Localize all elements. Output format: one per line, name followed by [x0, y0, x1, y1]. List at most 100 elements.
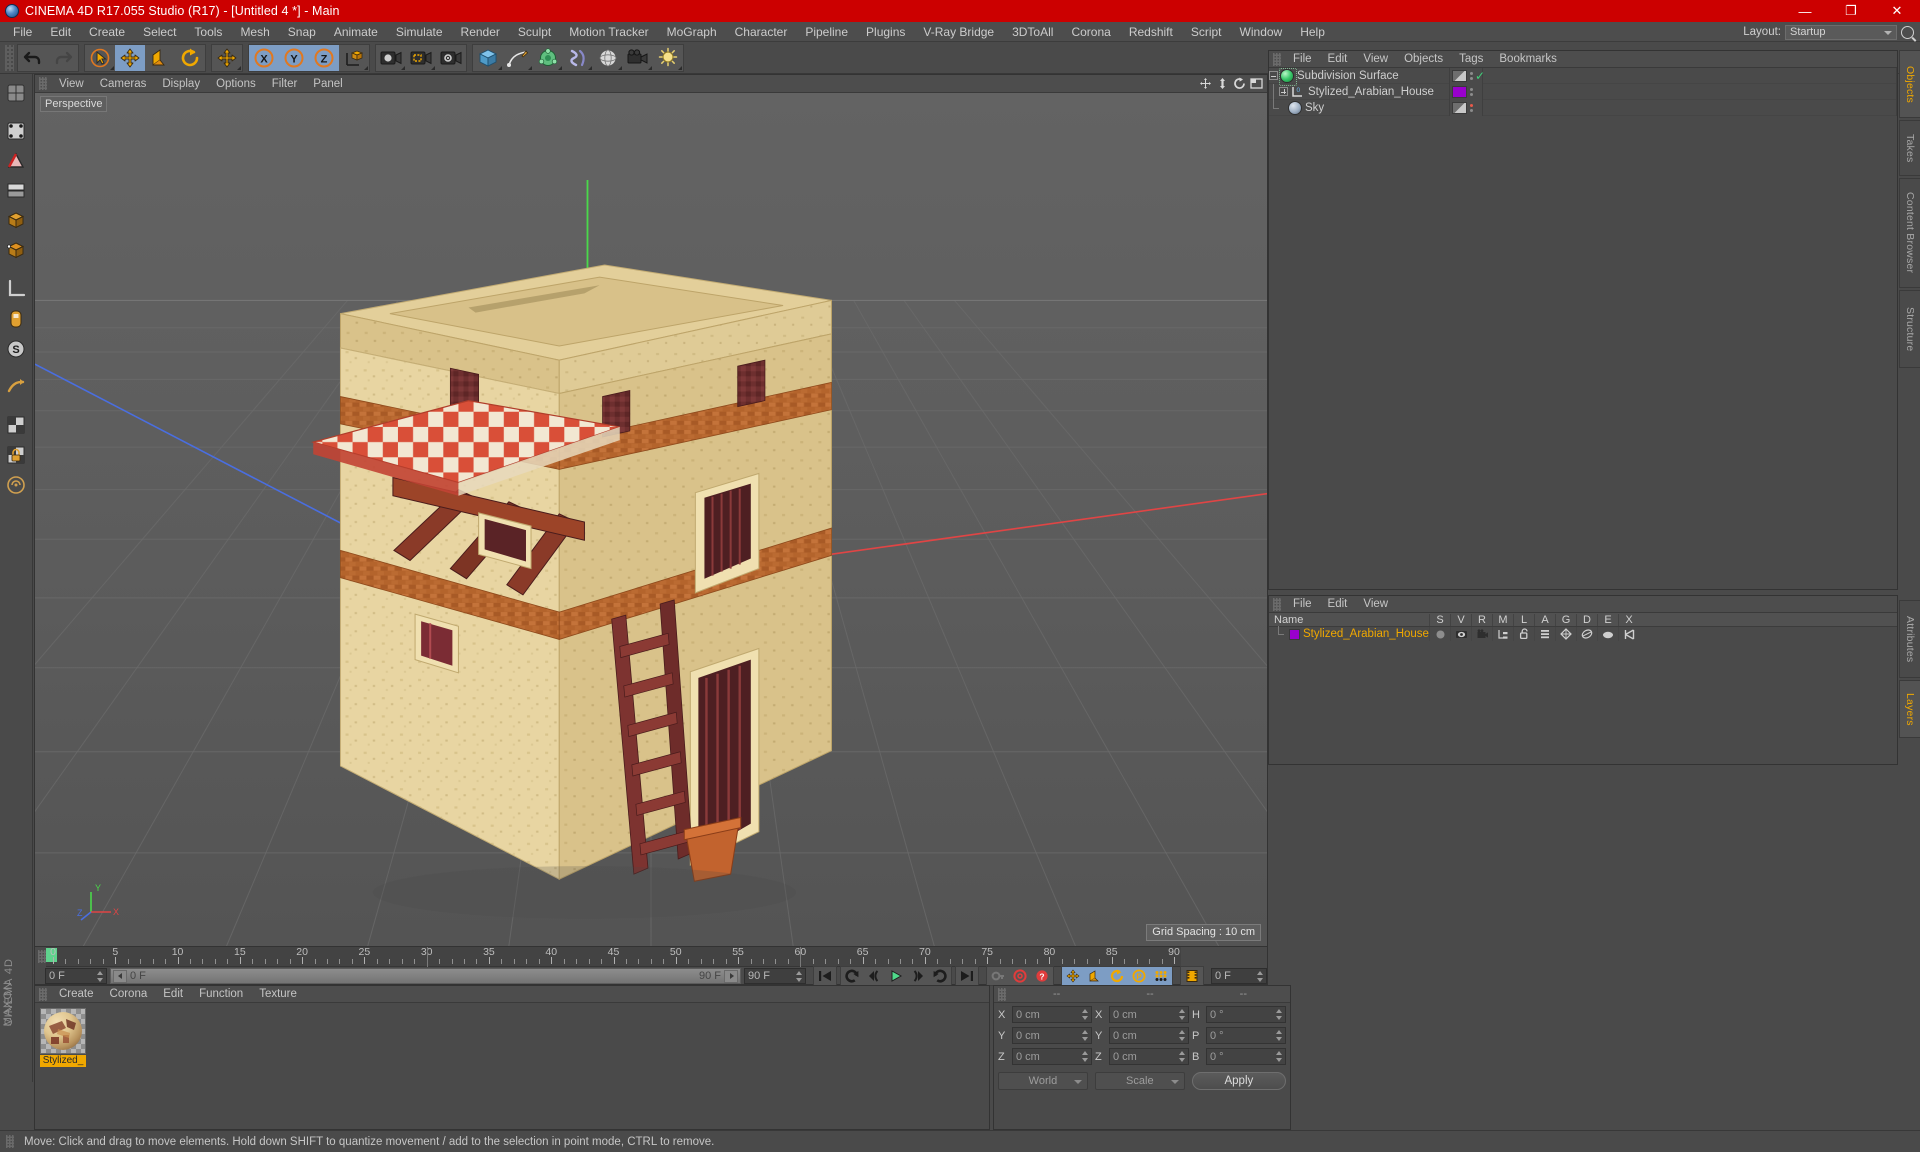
object-row-name-area[interactable]: Sky: [1269, 99, 1449, 116]
rotation-h-spinner[interactable]: [1276, 1009, 1283, 1020]
expander-plus-icon[interactable]: [1279, 87, 1288, 96]
object-manager-tree[interactable]: Subdivision Surface ✓ 0 Stylized_Arabian…: [1269, 67, 1897, 589]
object-row-tag-area[interactable]: [1449, 83, 1483, 100]
redo-button[interactable]: [48, 45, 78, 71]
size-y-spinner[interactable]: [1179, 1030, 1186, 1041]
rotation-h-field[interactable]: 0 °: [1206, 1006, 1286, 1023]
menu-item-mesh[interactable]: Mesh: [231, 22, 278, 42]
lock-x-button[interactable]: X: [249, 44, 279, 71]
viewport-menu-options[interactable]: Options: [208, 75, 264, 93]
undo-button[interactable]: [18, 45, 48, 71]
layer-row-name-area[interactable]: Stylized_Arabian_House: [1269, 626, 1429, 642]
range-right-handle[interactable]: [724, 969, 738, 983]
close-button[interactable]: ✕: [1874, 0, 1920, 22]
render-view-button[interactable]: [376, 45, 406, 71]
object-row-stylized-arabian-house[interactable]: 0 Stylized_Arabian_House: [1269, 83, 1897, 100]
object-row-sky[interactable]: Sky: [1269, 99, 1897, 116]
object-row-tag-area[interactable]: [1449, 99, 1483, 116]
material-manager-body[interactable]: Stylized_: [35, 1003, 989, 1129]
maximize-button[interactable]: ❐: [1828, 0, 1874, 22]
layer-menu-view[interactable]: View: [1355, 596, 1396, 613]
size-x-spinner[interactable]: [1179, 1009, 1186, 1020]
menu-item-render[interactable]: Render: [452, 22, 509, 42]
menu-item-plugins[interactable]: Plugins: [857, 22, 914, 42]
scale-key-button[interactable]: [1084, 967, 1106, 985]
material-menu-texture[interactable]: Texture: [251, 986, 305, 1003]
coordinate-system-dropdown[interactable]: World: [998, 1072, 1088, 1090]
rotation-key-button[interactable]: [1106, 967, 1128, 985]
menu-item-script[interactable]: Script: [1182, 22, 1231, 42]
object-menu-bookmarks[interactable]: Bookmarks: [1491, 51, 1565, 68]
expander-minus-icon[interactable]: [1269, 71, 1278, 80]
rotate-view-icon[interactable]: [1233, 77, 1246, 90]
object-row-name-area[interactable]: Subdivision Surface: [1269, 67, 1449, 86]
visibility-dots-icon[interactable]: [1469, 87, 1473, 96]
move-tool-button[interactable]: [115, 44, 145, 71]
menu-item-vray-bridge[interactable]: V-Ray Bridge: [914, 22, 1003, 42]
menu-item-file[interactable]: File: [4, 22, 41, 42]
timeline-start-spinner[interactable]: [97, 971, 104, 982]
rotate-tool-button[interactable]: [175, 45, 205, 71]
column-a[interactable]: A: [1534, 613, 1555, 626]
polygon-mode-button[interactable]: [2, 176, 31, 205]
layer-deformer-cell[interactable]: [1576, 627, 1597, 641]
viewport-grip[interactable]: [39, 77, 47, 90]
edge-mode-button[interactable]: [2, 146, 31, 175]
rotation-p-field[interactable]: 0 °: [1206, 1027, 1286, 1044]
play-button[interactable]: [885, 967, 907, 985]
coordinates-grip[interactable]: [998, 987, 1006, 1001]
visibility-dots-icon[interactable]: [1469, 103, 1473, 112]
coordinate-mode-dropdown[interactable]: Scale: [1094, 1072, 1185, 1090]
render-settings-button[interactable]: [436, 45, 466, 71]
column-e[interactable]: E: [1597, 613, 1618, 626]
camera-button[interactable]: [623, 45, 653, 71]
object-row-name-area[interactable]: 0 Stylized_Arabian_House: [1269, 83, 1449, 100]
viewport-3d-canvas[interactable]: Grid Spacing : 10 cm Y X Z: [35, 93, 1267, 946]
scale-tool-button[interactable]: [145, 45, 175, 71]
viewport-menu-filter[interactable]: Filter: [264, 75, 306, 93]
column-r[interactable]: R: [1471, 613, 1492, 626]
layer-manager-cell[interactable]: [1492, 627, 1513, 641]
side-tab-objects[interactable]: Objects: [1899, 50, 1920, 118]
material-tag-icon[interactable]: [1452, 85, 1467, 98]
environment-button[interactable]: [593, 45, 623, 71]
quantize-button[interactable]: [2, 470, 31, 499]
record-active-objects-button[interactable]: [1009, 967, 1031, 985]
current-frame-field[interactable]: 0 F: [1211, 968, 1267, 984]
autokeying-button[interactable]: [987, 967, 1009, 985]
layer-menu-edit[interactable]: Edit: [1320, 596, 1356, 613]
timeline-range-slider[interactable]: 0 F 90 F: [110, 968, 741, 984]
timeline-end-spinner[interactable]: [796, 971, 803, 982]
menu-item-motion-tracker[interactable]: Motion Tracker: [560, 22, 657, 42]
object-row-subdivision-surface[interactable]: Subdivision Surface ✓: [1269, 67, 1897, 86]
ruler-button[interactable]: [2, 372, 31, 401]
viewport-menu-view[interactable]: View: [51, 75, 92, 93]
layer-menu-file[interactable]: File: [1285, 596, 1320, 613]
side-tab-attributes[interactable]: Attributes: [1899, 600, 1920, 678]
position-key-button[interactable]: [1062, 967, 1084, 985]
visibility-dots-icon[interactable]: [1469, 71, 1473, 80]
menu-item-3dtoall[interactable]: 3DToAll: [1003, 22, 1062, 42]
generator-button[interactable]: [533, 45, 563, 71]
object-mode-button[interactable]: [2, 236, 31, 265]
point-level-anim-button[interactable]: [1150, 967, 1172, 985]
side-tab-takes[interactable]: Takes: [1899, 120, 1920, 176]
uv-polygons-lock-button[interactable]: [2, 440, 31, 469]
layer-solo-cell[interactable]: [1429, 627, 1450, 641]
object-manager-grip[interactable]: [1273, 52, 1281, 66]
lock-y-button[interactable]: Y: [279, 44, 309, 71]
point-mode-button[interactable]: [2, 116, 31, 145]
material-thumbnail[interactable]: [40, 1008, 86, 1054]
maximize-view-icon[interactable]: [1250, 77, 1263, 90]
menu-item-snap[interactable]: Snap: [279, 22, 325, 42]
object-menu-file[interactable]: File: [1285, 51, 1320, 68]
apply-button[interactable]: Apply: [1191, 1072, 1287, 1090]
spline-pen-button[interactable]: [503, 45, 533, 71]
previous-key-button[interactable]: [863, 967, 885, 985]
minimize-button[interactable]: —: [1782, 0, 1828, 22]
material-menu-function[interactable]: Function: [191, 986, 251, 1003]
menu-item-edit[interactable]: Edit: [41, 22, 80, 42]
menu-item-sculpt[interactable]: Sculpt: [509, 22, 560, 42]
editor-display-button[interactable]: [2, 78, 31, 107]
material-item[interactable]: Stylized_: [40, 1008, 86, 1067]
